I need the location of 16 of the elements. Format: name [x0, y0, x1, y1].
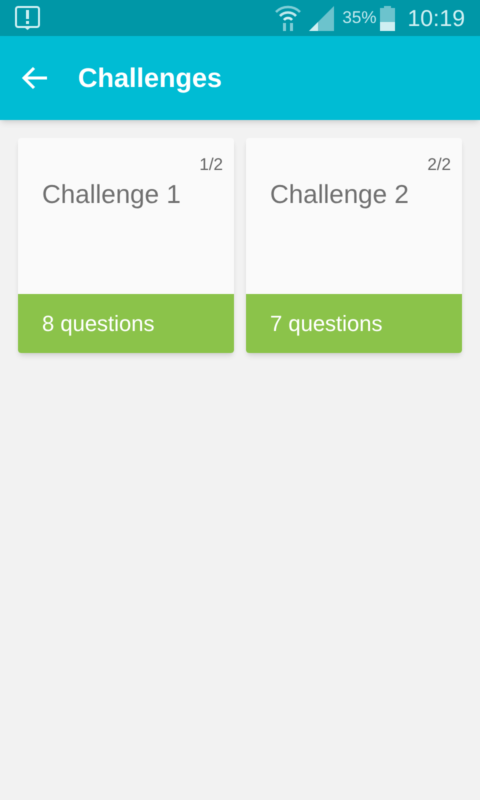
card-counter: 2/2 [427, 154, 451, 176]
notification-icon [15, 6, 40, 30]
wifi-icon [275, 5, 302, 31]
card-counter: 1/2 [199, 154, 223, 176]
clock: 10:19 [407, 4, 465, 33]
screen-title: Challenges [78, 62, 222, 95]
question-count: 7 questions [270, 310, 383, 338]
card-title: Challenge 2 [270, 178, 410, 210]
battery-percentage: 35% [342, 7, 376, 30]
card-title: Challenge 1 [42, 178, 182, 210]
challenge-card[interactable]: 2/2 Challenge 2 7 questions [246, 138, 462, 353]
challenge-card[interactable]: 1/2 Challenge 1 8 questions [18, 138, 234, 353]
battery-icon [380, 6, 396, 30]
question-count: 8 questions [42, 310, 155, 338]
signal-icon [309, 5, 336, 31]
back-arrow-icon [22, 66, 48, 90]
